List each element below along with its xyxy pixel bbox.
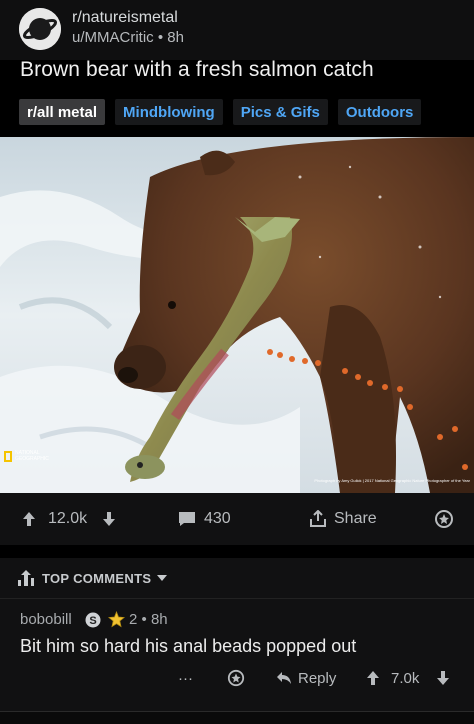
sort-label: TOP COMMENTS: [42, 570, 152, 586]
post-age: 8h: [167, 29, 184, 46]
post-meta: u/MMACritic • 8h: [72, 29, 184, 46]
post-action-bar: 12.0k 430 Share: [0, 493, 474, 545]
upvote-arrow-icon: [23, 512, 35, 526]
award-icon: [227, 669, 245, 687]
comment-downvote-button[interactable]: [436, 663, 450, 693]
comment-author[interactable]: bobobill: [20, 611, 72, 628]
flair-outdoors[interactable]: Outdoors: [337, 99, 422, 125]
comments-sort-bar[interactable]: TOP COMMENTS: [0, 558, 474, 598]
reply-button[interactable]: Reply: [276, 663, 336, 693]
post-image[interactable]: NATIONAL GEOGRAPHIC Photograph by Amy Gu…: [0, 137, 474, 493]
post-title[interactable]: Brown bear with a fresh salmon catch: [20, 58, 374, 82]
comments-button[interactable]: 430: [178, 493, 231, 545]
svg-text:S: S: [89, 615, 96, 627]
reply-arrow-icon: [277, 672, 291, 684]
comment-meta: 2 • 8h: [129, 611, 168, 628]
sort-top-icon: [18, 570, 34, 586]
upvote-arrow-icon: [367, 671, 379, 685]
comment-upvote-button[interactable]: [366, 663, 380, 693]
meta-separator: •: [157, 29, 164, 46]
post-header: r/natureismetal u/MMACritic • 8h: [0, 0, 474, 60]
comment-award-button[interactable]: [227, 663, 245, 693]
share-button[interactable]: Share: [308, 493, 377, 545]
chevron-down-icon: [157, 575, 168, 581]
award-button[interactable]: [434, 493, 454, 545]
subreddit-avatar-icon[interactable]: [19, 8, 61, 50]
subreddit-name[interactable]: r/natureismetal: [72, 9, 178, 27]
downvote-arrow-icon: [103, 512, 115, 526]
section-divider: [0, 545, 474, 558]
comment-vote-count: 7.0k: [391, 669, 420, 687]
comment-bubble-icon: [179, 512, 195, 526]
comment-item: bobobill S 2 • 8h Bit him so hard his an…: [0, 599, 474, 711]
award-count: 2: [129, 611, 138, 628]
award-icon: [435, 510, 453, 528]
share-icon: [310, 510, 326, 527]
comment-age: 8h: [150, 611, 168, 628]
natgeo-logo: NATIONAL GEOGRAPHIC: [4, 450, 49, 462]
comment-body: Bit him so hard his anal beads popped ou…: [20, 636, 357, 656]
silver-award-icon: S: [85, 612, 101, 628]
share-label: Share: [334, 510, 377, 527]
vote-count: 12.0k: [48, 510, 88, 527]
flair-pics-gifs[interactable]: Pics & Gifs: [232, 99, 328, 125]
photo-credit: Photograph by Amy Gulick | 2017 National…: [314, 478, 470, 483]
gold-award-icon: [108, 611, 125, 628]
comment-actions: ··· Reply 7.0k: [0, 663, 474, 693]
comment-more-button[interactable]: ···: [178, 663, 193, 693]
meta-separator: •: [141, 611, 147, 628]
reply-label: Reply: [298, 669, 337, 687]
post-author[interactable]: u/MMACritic: [72, 29, 154, 46]
flair-mindblowing[interactable]: Mindblowing: [115, 99, 223, 125]
upvote-button[interactable]: [22, 493, 36, 545]
downvote-arrow-icon: [437, 671, 449, 685]
next-comment-edge: [0, 711, 474, 724]
flair-list: r/all metal Mindblowing Pics & Gifs Outd…: [19, 99, 422, 125]
more-options-icon: ···: [178, 669, 193, 687]
downvote-button[interactable]: [102, 493, 116, 545]
flair-all-metal[interactable]: r/all metal: [19, 99, 106, 125]
comment-count: 430: [204, 510, 231, 527]
